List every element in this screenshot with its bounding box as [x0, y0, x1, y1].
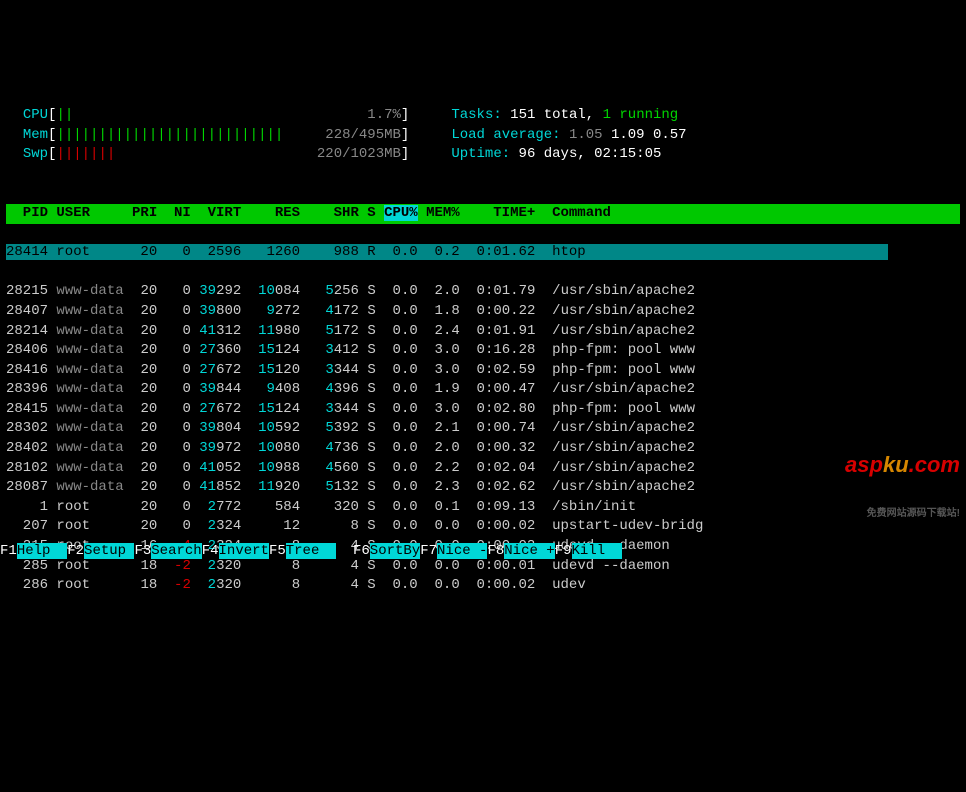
fkey-label[interactable]: Kill — [572, 543, 622, 559]
fkey[interactable]: F1 — [0, 543, 17, 559]
table-row[interactable]: 28214 www-data 20 0 41312 11980 5172 S 0… — [6, 323, 695, 339]
fkey-label[interactable]: Nice + — [504, 543, 554, 559]
table-row[interactable]: 28302 www-data 20 0 39804 10592 5392 S 0… — [6, 420, 695, 436]
fkey[interactable]: F7 — [420, 543, 437, 559]
fkey[interactable]: F2 — [67, 543, 84, 559]
table-row[interactable]: 28087 www-data 20 0 41852 11920 5132 S 0… — [6, 479, 695, 495]
process-selected[interactable]: 28414 root 20 0 2596 1260 988 R 0.0 0.2 … — [6, 243, 960, 263]
table-row[interactable]: 28402 www-data 20 0 39972 10080 4736 S 0… — [6, 440, 695, 456]
fkey-label[interactable]: Search — [151, 543, 201, 559]
fkey-label[interactable]: Tree — [286, 543, 336, 559]
table-row[interactable]: 28215 www-data 20 0 39292 10084 5256 S 0… — [6, 283, 695, 299]
fkey-label[interactable]: Invert — [219, 543, 269, 559]
table-row[interactable]: 28396 www-data 20 0 39844 9408 4396 S 0.… — [6, 381, 695, 397]
fkey[interactable]: F6 — [353, 543, 370, 559]
table-row[interactable]: 1 root 20 0 2772 584 320 S 0.0 0.1 0:09.… — [6, 499, 636, 515]
table-row[interactable]: 28407 www-data 20 0 39800 9272 4172 S 0.… — [6, 303, 695, 319]
fkey[interactable]: F8 — [487, 543, 504, 559]
fkey[interactable]: F5 — [269, 543, 286, 559]
fkey-label[interactable]: Help — [17, 543, 67, 559]
fkey-label[interactable]: Setup — [84, 543, 134, 559]
table-row[interactable]: 207 root 20 0 2324 12 8 S 0.0 0.0 0:00.0… — [6, 518, 703, 534]
fkey[interactable]: F9 — [555, 543, 572, 559]
table-row[interactable]: 28416 www-data 20 0 27672 15120 3344 S 0… — [6, 362, 695, 378]
terminal-screen[interactable]: CPU[|| 1.7%] Tasks: 151 total, 1 running… — [0, 78, 966, 615]
header-row: PID USER PRI NI VIRT RES SHR S CPU% MEM%… — [6, 204, 960, 224]
table-row[interactable]: 28406 www-data 20 0 27360 15124 3412 S 0… — [6, 342, 695, 358]
table-row[interactable]: 286 root 18 -2 2320 8 4 S 0.0 0.0 0:00.0… — [6, 577, 586, 593]
meters-block: CPU[|| 1.7%] Tasks: 151 total, 1 running… — [6, 106, 960, 184]
table-row[interactable]: 28102 www-data 20 0 41052 10988 4560 S 0… — [6, 460, 695, 476]
fkey[interactable]: F3 — [134, 543, 151, 559]
fkey-label[interactable]: SortBy — [370, 543, 420, 559]
table-row[interactable]: 28415 www-data 20 0 27672 15124 3344 S 0… — [6, 401, 695, 417]
fkey-label[interactable]: Nice - — [437, 543, 487, 559]
fkey[interactable]: F4 — [202, 543, 219, 559]
footer-bar[interactable]: F1Help F2Setup F3SearchF4InvertF5Tree F6… — [0, 542, 966, 562]
